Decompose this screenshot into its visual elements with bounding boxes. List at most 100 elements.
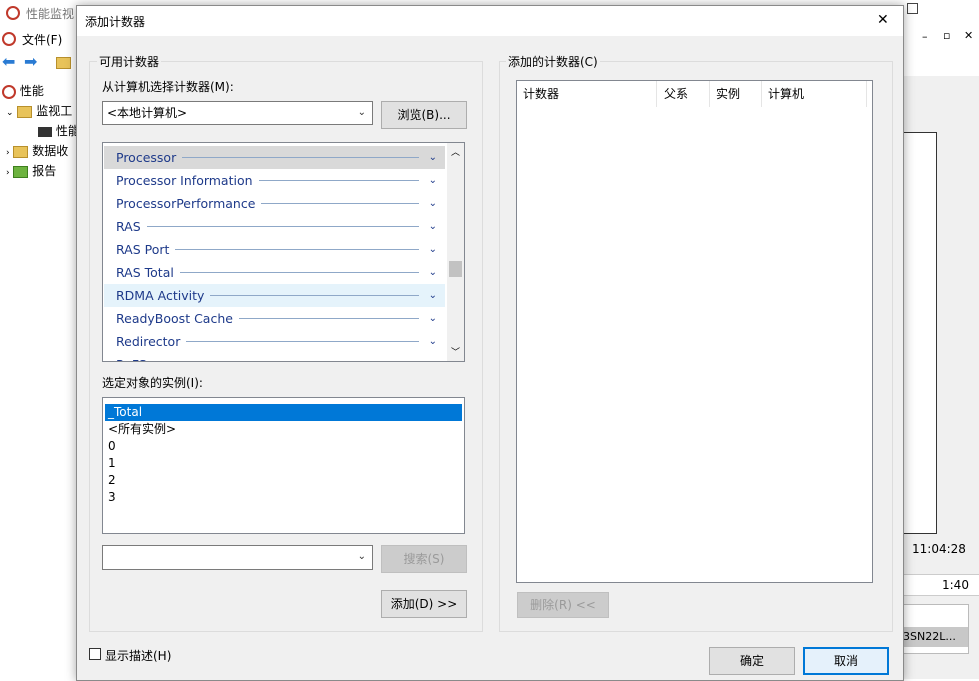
legend-row[interactable]: 3SN22L...	[903, 627, 968, 647]
category-separator-line	[261, 203, 419, 204]
category-label: RAS	[116, 219, 141, 234]
instance-item[interactable]: 2	[105, 472, 116, 489]
instances-listbox[interactable]: _Total <所有实例> 0 1 2 3	[102, 397, 465, 534]
added-counters-label: 添加的计数器(C)	[506, 53, 600, 70]
chevron-down-icon[interactable]: ⌄	[429, 307, 437, 330]
added-counters-list[interactable]: 计数器 父系 实例 计算机	[516, 80, 873, 583]
chevron-down-icon: ⌄	[6, 108, 14, 118]
instance-item[interactable]: 0	[105, 438, 116, 455]
category-label: Processor Information	[116, 173, 253, 188]
show-description-label[interactable]: 显示描述(H)	[105, 647, 171, 664]
category-label: RAS Port	[116, 242, 170, 257]
chart-graph-panel	[900, 132, 937, 534]
show-description-checkbox[interactable]	[89, 648, 101, 660]
category-item[interactable]: RAS ⌄	[104, 215, 445, 238]
category-separator-line	[239, 318, 419, 319]
legend-panel: 3SN22L...	[902, 604, 969, 654]
computer-combobox[interactable]: <本地计算机> ⌄	[102, 101, 373, 125]
category-item[interactable]: Processor ⌄	[104, 146, 445, 169]
chevron-down-icon[interactable]: ⌄	[429, 192, 437, 215]
category-listbox[interactable]: Processor ⌄ Processor Information ⌄ Processo…	[102, 142, 465, 362]
time-label: 11:04:28	[912, 542, 966, 556]
chevron-down-icon[interactable]: ⌄	[429, 261, 437, 284]
chevron-down-icon[interactable]: ⌄	[429, 215, 437, 238]
add-counters-dialog: 添加计数器 ✕ 可用计数器 从计算机选择计数器(M): <本地计算机> ⌄ 浏览…	[76, 5, 904, 681]
category-item[interactable]: ReFS ⌄	[104, 353, 445, 361]
category-separator-line	[147, 226, 419, 227]
perfmon-app-icon	[6, 5, 20, 20]
up-folder-icon[interactable]	[56, 57, 71, 69]
category-separator-line	[180, 272, 419, 273]
search-combobox[interactable]: ⌄	[102, 545, 373, 570]
dialog-title: 添加计数器	[85, 15, 146, 29]
available-counters-label: 可用计数器	[97, 53, 162, 70]
back-arrow-icon[interactable]: ⬅	[2, 52, 15, 71]
category-label: ProcessorPerformance	[116, 196, 256, 211]
category-label: Redirector	[116, 334, 181, 349]
ok-button[interactable]: 确定	[709, 647, 795, 675]
category-label: RAS Total	[116, 265, 174, 280]
search-button[interactable]: 搜索(S)	[381, 545, 467, 573]
category-item[interactable]: Processor Information ⌄	[104, 169, 445, 192]
chevron-down-icon[interactable]: ⌄	[429, 284, 437, 307]
tree-performance-monitor[interactable]: 性能	[38, 122, 80, 139]
chevron-down-icon[interactable]: ⌄	[429, 353, 437, 361]
forward-arrow-icon[interactable]: ➡	[24, 52, 37, 71]
reports-icon	[13, 165, 29, 178]
category-separator-line	[210, 295, 419, 296]
tree-reports[interactable]: › 报告	[6, 162, 56, 179]
instances-label: 选定对象的实例(I):	[102, 376, 203, 390]
duration-label: 1:40	[942, 578, 969, 592]
tree-performance[interactable]: 性能	[2, 82, 44, 99]
column-counter[interactable]: 计数器	[517, 81, 657, 107]
scroll-up-icon[interactable]: ︿	[451, 145, 460, 158]
perfmon-tree: 性能 ⌄ 监视工 性能 › 数据收 › 报告	[0, 76, 80, 679]
chevron-down-icon: ⌄	[357, 551, 366, 562]
minimize-child-icon[interactable]: –	[922, 30, 928, 43]
perfmon-chart-area: 11:04:28 1:40 3SN22L...	[900, 76, 979, 679]
column-instance[interactable]: 实例	[710, 81, 762, 107]
instance-item[interactable]: _Total	[105, 404, 462, 421]
category-item[interactable]: RAS Total ⌄	[104, 261, 445, 284]
chevron-down-icon[interactable]: ⌄	[429, 146, 437, 169]
category-label: RDMA Activity	[116, 288, 205, 303]
category-item[interactable]: ReadyBoost Cache ⌄	[104, 307, 445, 330]
scroll-thumb[interactable]	[449, 261, 462, 277]
close-icon[interactable]: ✕	[877, 12, 889, 28]
perfmon-menu-icon	[2, 31, 16, 46]
category-item[interactable]: ProcessorPerformance ⌄	[104, 192, 445, 215]
chevron-down-icon: ⌄	[357, 107, 366, 118]
add-button[interactable]: 添加(D) >>	[381, 590, 467, 618]
chevron-down-icon[interactable]: ⌄	[429, 169, 437, 192]
chart-icon	[38, 126, 52, 137]
scroll-down-icon[interactable]: ﹀	[451, 345, 460, 358]
category-item[interactable]: RDMA Activity ⌄	[104, 284, 445, 307]
close-child-icon[interactable]: ✕	[964, 29, 973, 42]
tree-data-collector-sets[interactable]: › 数据收	[6, 142, 68, 159]
menu-file[interactable]: 文件(F)	[22, 31, 62, 48]
category-item[interactable]: RAS Port ⌄	[104, 238, 445, 261]
duration-bar: 1:40	[900, 574, 979, 596]
category-label: ReadyBoost Cache	[116, 311, 233, 326]
chevron-down-icon[interactable]: ⌄	[429, 330, 437, 353]
instance-item[interactable]: 1	[105, 455, 116, 472]
instance-item[interactable]: 3	[105, 489, 116, 506]
chevron-down-icon[interactable]: ⌄	[429, 238, 437, 261]
chevron-right-icon: ›	[6, 168, 10, 178]
folder-icon	[13, 145, 29, 158]
category-separator-line	[186, 341, 419, 342]
column-computer[interactable]: 计算机	[762, 81, 867, 107]
category-scrollbar[interactable]: ︿ ﹀	[447, 143, 464, 361]
category-item[interactable]: Redirector ⌄	[104, 330, 445, 353]
column-parent[interactable]: 父系	[658, 81, 710, 107]
remove-button[interactable]: 删除(R) <<	[517, 592, 609, 618]
instance-item[interactable]: <所有实例>	[105, 421, 176, 438]
restore-child-icon[interactable]: ▫	[943, 29, 950, 42]
cancel-button[interactable]: 取消	[803, 647, 889, 675]
browse-button[interactable]: 浏览(B)...	[381, 101, 467, 129]
tree-monitoring-tools[interactable]: ⌄ 监视工	[6, 102, 72, 119]
dialog-titlebar: 添加计数器 ✕	[77, 6, 903, 36]
category-separator-line	[182, 157, 419, 158]
maximize-icon[interactable]	[907, 3, 918, 14]
computer-value: <本地计算机>	[107, 106, 188, 120]
